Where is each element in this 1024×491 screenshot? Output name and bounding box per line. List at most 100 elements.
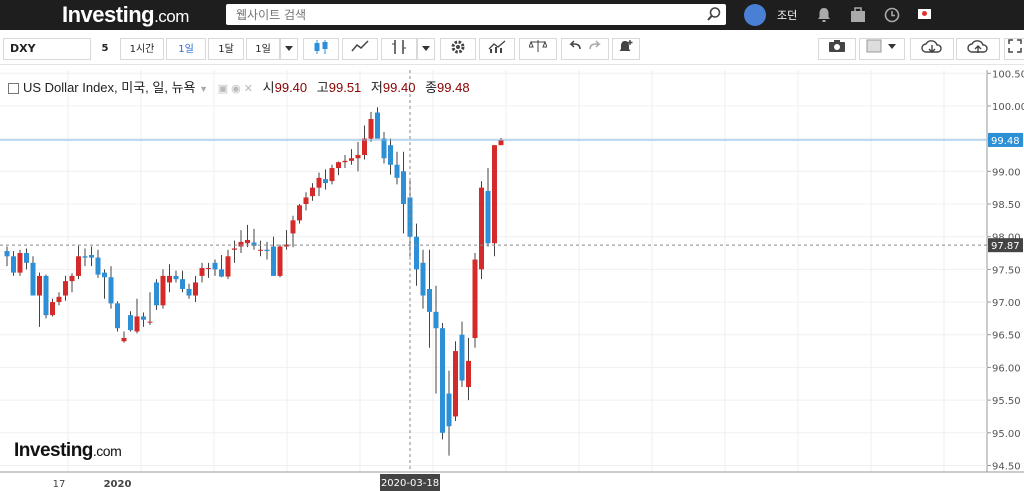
candle-body bbox=[433, 311, 439, 329]
add-alert-bell-icon[interactable] bbox=[612, 38, 640, 60]
candle-body bbox=[271, 246, 276, 276]
legend-settings-icon[interactable]: ▣ ◉ ✕ bbox=[218, 83, 253, 95]
crosshair-date-label: 2020-03-18 bbox=[381, 478, 439, 489]
candle-body bbox=[440, 328, 445, 433]
close-label: 종 bbox=[425, 80, 438, 95]
y-tick-label: 94.50 bbox=[992, 461, 1021, 472]
user-avatar-icon[interactable] bbox=[744, 4, 766, 26]
y-tick-label: 96.50 bbox=[992, 331, 1021, 342]
candle-body bbox=[446, 393, 452, 427]
candle-body bbox=[290, 220, 296, 234]
candle-body bbox=[30, 262, 36, 296]
candle-body bbox=[43, 275, 49, 316]
high-value: 99.51 bbox=[328, 80, 362, 95]
search-input[interactable] bbox=[234, 6, 698, 24]
candle-body bbox=[329, 168, 335, 182]
candle-body bbox=[355, 154, 361, 159]
candle-body bbox=[368, 119, 374, 139]
candle-body bbox=[167, 275, 172, 283]
candle-body bbox=[310, 187, 315, 197]
camera-snapshot-icon[interactable] bbox=[818, 38, 856, 60]
candle-body bbox=[154, 282, 159, 306]
y-tick-label: 97.00 bbox=[992, 298, 1021, 309]
interval-1-month[interactable]: 1달 bbox=[208, 38, 244, 60]
candle-body bbox=[420, 262, 426, 296]
clock-icon[interactable] bbox=[884, 7, 900, 27]
interval-custom[interactable]: 1일 bbox=[246, 38, 280, 60]
cloud-upload-icon[interactable] bbox=[956, 38, 1000, 60]
chart-toolbar: DXY 5 1시간 1일 1달 1일 bbox=[0, 34, 1024, 65]
candlestick-type-icon[interactable] bbox=[303, 38, 339, 60]
fullscreen-icon[interactable] bbox=[1004, 38, 1024, 60]
indicators-icon[interactable] bbox=[381, 38, 417, 60]
line-chart-type-icon[interactable] bbox=[342, 38, 378, 60]
username[interactable]: 조던 bbox=[777, 7, 797, 23]
price-marker-label: 97.87 bbox=[991, 241, 1020, 252]
candle-body bbox=[160, 275, 166, 306]
interval-dropdown-chevron-icon[interactable] bbox=[280, 38, 298, 60]
interval-1-day[interactable]: 1일 bbox=[166, 38, 206, 60]
instrument-dropdown-icon[interactable]: ▼ bbox=[199, 84, 208, 94]
y-tick-label: 98.50 bbox=[992, 200, 1021, 211]
x-tick-label: 2020 bbox=[104, 479, 132, 490]
candle-body bbox=[24, 253, 29, 263]
open-value: 99.40 bbox=[274, 80, 308, 95]
color-picker-icon[interactable] bbox=[859, 38, 905, 60]
candle-body bbox=[82, 256, 88, 258]
top-navigation-bar: Investing.com 조던 bbox=[0, 0, 1024, 30]
price-marker-label: 99.48 bbox=[991, 136, 1020, 147]
studies-chart-icon[interactable] bbox=[479, 38, 515, 60]
candle-body bbox=[115, 303, 120, 329]
candle-body bbox=[56, 296, 62, 303]
investing-logo[interactable]: Investing.com bbox=[62, 2, 189, 28]
y-tick-label: 99.00 bbox=[992, 167, 1021, 178]
candle-body bbox=[180, 279, 185, 289]
search-icon[interactable] bbox=[706, 6, 722, 26]
low-label: 저 bbox=[370, 80, 383, 95]
candle-body bbox=[264, 249, 270, 252]
portfolio-icon[interactable] bbox=[850, 7, 866, 27]
symbol-input[interactable]: DXY bbox=[3, 38, 91, 60]
candle-body bbox=[342, 160, 348, 163]
low-value: 99.40 bbox=[382, 80, 416, 95]
candle-body bbox=[414, 236, 419, 270]
korea-flag-icon[interactable] bbox=[918, 9, 931, 19]
candle-body bbox=[277, 246, 283, 276]
candle-body bbox=[121, 338, 127, 342]
candle-body bbox=[479, 187, 484, 270]
undo-redo-arrows-icon[interactable] bbox=[561, 38, 609, 60]
settings-gear-icon[interactable] bbox=[440, 38, 476, 60]
investing-watermark: Investing.com bbox=[14, 440, 122, 461]
candle-body bbox=[258, 249, 263, 251]
cloud-download-icon[interactable] bbox=[910, 38, 954, 60]
candle-body bbox=[362, 138, 367, 155]
candle-body bbox=[4, 251, 10, 257]
chart-legend: US Dollar Index, 미국, 일, 뉴욕 ▼ ▣ ◉ ✕ 시99.4… bbox=[8, 77, 470, 96]
high-label: 고 bbox=[316, 80, 329, 95]
candle-body bbox=[128, 315, 133, 331]
candle-body bbox=[173, 275, 179, 280]
candle-body bbox=[459, 334, 465, 381]
candle-body bbox=[297, 205, 302, 221]
candle-body bbox=[147, 321, 153, 323]
y-tick-label: 96.00 bbox=[992, 363, 1021, 374]
candle-body bbox=[102, 272, 107, 278]
candle-body bbox=[238, 241, 244, 247]
candle-body bbox=[219, 269, 224, 277]
instrument-name: US Dollar Index, 미국, 일, 뉴욕 bbox=[23, 80, 196, 95]
interval-1-hour[interactable]: 1시간 bbox=[120, 38, 164, 60]
candle-body bbox=[141, 316, 146, 320]
candle-body bbox=[37, 275, 42, 296]
bell-icon[interactable] bbox=[817, 7, 831, 27]
candle-body bbox=[303, 197, 309, 204]
candle-body bbox=[69, 275, 75, 282]
indicators-dropdown-chevron-icon[interactable] bbox=[417, 38, 435, 60]
candle-body bbox=[401, 171, 406, 204]
plot-background bbox=[0, 70, 987, 472]
x-tick-label: 17 bbox=[53, 479, 66, 490]
collapse-legend-icon[interactable] bbox=[8, 83, 19, 95]
compare-scale-icon[interactable] bbox=[519, 38, 557, 60]
interval-count[interactable]: 5 bbox=[93, 38, 117, 60]
price-chart[interactable]: 100.50100.0099.5099.0098.5098.0097.5097.… bbox=[0, 65, 1024, 491]
candle-body bbox=[427, 288, 432, 312]
